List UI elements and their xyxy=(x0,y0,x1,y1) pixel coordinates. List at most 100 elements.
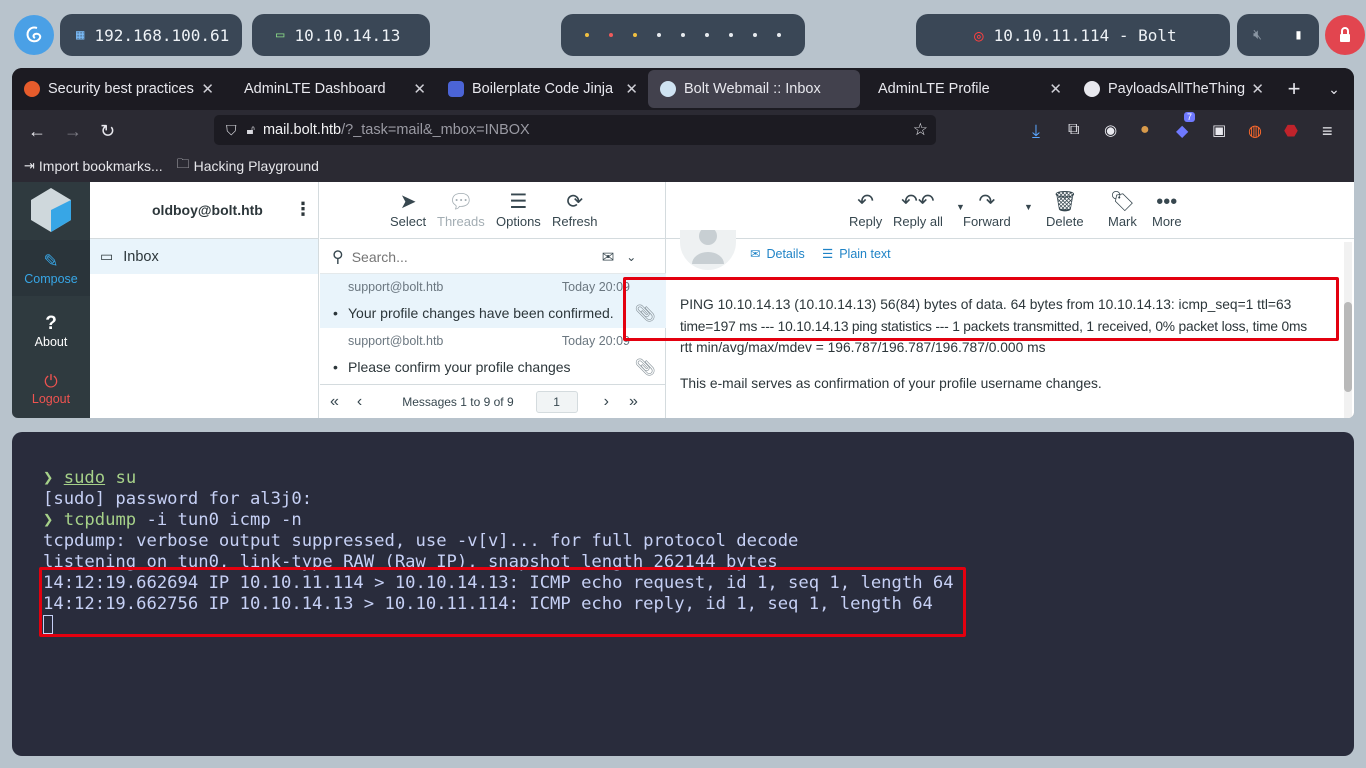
mark-button[interactable]: 🏷︎ Mark xyxy=(1108,190,1137,229)
select-button[interactable]: ➤ Select xyxy=(390,190,426,229)
account-label: oldboy@bolt.htb xyxy=(152,202,263,218)
close-icon[interactable]: ✕ xyxy=(625,80,638,98)
tab-strip: Security best practices ✕ AdminLTE Dashb… xyxy=(12,68,1354,110)
tab-adminlte-profile[interactable]: AdminLTE Profile ✕ xyxy=(860,70,1072,108)
tab-list-chevron-icon[interactable]: ⌄ xyxy=(1314,70,1354,108)
os-menu-button[interactable] xyxy=(14,15,54,55)
roundcube-logo xyxy=(26,186,76,236)
vpn-ip-widget[interactable]: ▭ 10.10.14.13 xyxy=(252,14,430,56)
ellipsis-icon: ••• xyxy=(1156,191,1178,213)
tab-bolt-webmail[interactable]: Bolt Webmail :: Inbox xyxy=(648,70,860,108)
list-item[interactable]: support@bolt.htb Today 20:09 • Please co… xyxy=(320,328,666,382)
workspace-dot[interactable] xyxy=(705,33,709,37)
folder-icon: 🗀 xyxy=(176,156,190,171)
downloads-icon[interactable]: ⤓ xyxy=(1032,121,1040,142)
power-button[interactable] xyxy=(1325,15,1365,55)
plain-text-link[interactable]: ☰ Plain text xyxy=(822,246,891,261)
tray-widget: 🔇︎ ▮ xyxy=(1237,14,1319,56)
about-button[interactable]: ? About xyxy=(12,306,90,356)
mute-icon[interactable]: 🔇︎ xyxy=(1253,27,1262,43)
close-icon[interactable]: ✕ xyxy=(201,80,214,98)
list-item[interactable]: support@bolt.htb Today 20:09 • Your prof… xyxy=(320,274,666,328)
scrollbar[interactable] xyxy=(1344,242,1352,418)
extension-badge: 7 xyxy=(1184,112,1196,122)
terminal-line: ❯ sudo su xyxy=(43,468,137,488)
ublock-icon[interactable]: ⬣ xyxy=(1284,121,1298,141)
first-page-icon[interactable]: « xyxy=(330,393,339,411)
cookie-icon[interactable]: ● xyxy=(1140,121,1150,139)
bookmark-import[interactable]: Import bookmarks... xyxy=(39,158,163,174)
power-off-icon: ⏻ xyxy=(44,372,58,391)
bookmark-star-icon[interactable]: ☆ xyxy=(913,120,928,140)
hamburger-menu-icon[interactable]: ≡ xyxy=(1322,121,1333,142)
bookmark-folder-hacking-playground[interactable]: Hacking Playground xyxy=(194,158,319,174)
workspaces-indicator[interactable] xyxy=(561,14,805,56)
pagination-bar: « ‹ Messages 1 to 9 of 9 1 › » xyxy=(320,384,666,418)
last-page-icon[interactable]: » xyxy=(629,393,638,411)
close-icon[interactable]: ✕ xyxy=(1049,80,1062,98)
delete-button[interactable]: 🗑︎ Delete xyxy=(1046,190,1084,229)
forward-arrow-icon[interactable]: → xyxy=(64,121,82,142)
target-widget[interactable]: ◎ 10.10.11.114 - Bolt xyxy=(916,14,1230,56)
network-icon: ▦ xyxy=(76,27,85,43)
reply-all-button[interactable]: ↶↶ Reply all xyxy=(893,190,943,229)
forward-button[interactable]: ↷ Forward xyxy=(963,190,1011,229)
tab-boilerplate-jinja[interactable]: Boilerplate Code Jinja ✕ xyxy=(436,70,648,108)
workspace-dot[interactable] xyxy=(585,33,589,37)
workspace-dot[interactable] xyxy=(657,33,661,37)
tab-security-best-practices[interactable]: Security best practices ✕ xyxy=(12,70,224,108)
new-tab-button[interactable]: + xyxy=(1274,70,1314,108)
reload-icon[interactable]: ↻ xyxy=(100,121,115,142)
url-bar[interactable]: ⛉ 🔓︎ mail.bolt.htb /?_task=mail&_mbox=IN… xyxy=(214,115,936,145)
highlight-box-ping xyxy=(623,277,1339,341)
options-button[interactable]: ☰ Options xyxy=(496,190,541,229)
threads-button[interactable]: 💬︎ Threads xyxy=(437,190,485,229)
workspace-dot[interactable] xyxy=(681,33,685,37)
folder-inbox[interactable]: ▭ Inbox xyxy=(90,239,318,274)
foxyproxy-icon[interactable]: ◉ xyxy=(1104,121,1117,139)
jinja-icon xyxy=(448,81,464,97)
envelope-icon[interactable]: ✉ xyxy=(602,248,615,266)
search-bar: ⚲ ✉ ⌄ xyxy=(320,240,666,274)
logout-button[interactable]: ⏻ Logout xyxy=(12,364,90,414)
host-ip-widget[interactable]: ▦ 192.168.100.61 xyxy=(60,14,242,56)
paperclip-icon: 📎︎ xyxy=(634,358,656,377)
terminal-window[interactable]: ❯ sudo su [sudo] password for al3j0: ❯ t… xyxy=(12,432,1354,756)
wappalyzer-icon[interactable]: ◆ xyxy=(1176,121,1188,141)
list-toolbar: ➤ Select 💬︎ Threads ☰ Options ⟳ Refresh xyxy=(320,182,665,239)
extensions-icon[interactable]: ⧉ xyxy=(1068,121,1079,139)
close-icon[interactable]: ✕ xyxy=(413,80,426,98)
compose-button[interactable]: ✎ Compose xyxy=(12,240,90,296)
firefox-icon xyxy=(24,81,40,97)
workspace-dot[interactable] xyxy=(729,33,733,37)
workspace-dot[interactable] xyxy=(753,33,757,37)
reply-button[interactable]: ↶ Reply xyxy=(849,190,882,229)
vpn-ip-label: 10.10.14.13 xyxy=(294,25,401,45)
tab-payloadsallthethings[interactable]: PayloadsAllTheThings/ ✕ xyxy=(1072,70,1274,108)
chevron-down-icon[interactable]: ⌄ xyxy=(626,250,636,264)
details-link[interactable]: ✉ Details xyxy=(750,246,805,261)
shodan-icon[interactable]: ◍ xyxy=(1248,121,1262,141)
more-button[interactable]: ••• More xyxy=(1152,190,1182,229)
close-icon[interactable]: ✕ xyxy=(1251,80,1264,98)
lines-icon: ☰ xyxy=(822,247,834,261)
compose-icon: ✎ xyxy=(43,250,59,271)
hacktools-icon[interactable]: ▣ xyxy=(1212,121,1226,139)
workspace-dot[interactable] xyxy=(633,33,637,37)
workspace-dot[interactable] xyxy=(777,33,781,37)
tab-adminlte-dashboard[interactable]: AdminLTE Dashboard ✕ xyxy=(224,70,436,108)
forward-dropdown-icon[interactable]: ▼ xyxy=(1024,202,1033,212)
search-input[interactable] xyxy=(351,248,602,265)
account-menu-icon[interactable]: ⋮ xyxy=(294,199,312,220)
back-arrow-icon[interactable]: ← xyxy=(28,121,46,142)
refresh-button[interactable]: ⟳ Refresh xyxy=(552,190,598,229)
url-path: /?_task=mail&_mbox=INBOX xyxy=(341,122,530,138)
page-number-input[interactable]: 1 xyxy=(535,390,578,413)
sender-avatar xyxy=(680,230,736,270)
battery-icon[interactable]: ▮ xyxy=(1294,27,1302,43)
next-page-icon[interactable]: › xyxy=(604,393,609,411)
prev-page-icon[interactable]: ‹ xyxy=(357,393,362,411)
unread-bullet: • xyxy=(333,359,338,375)
workspace-dot[interactable] xyxy=(609,33,613,37)
refresh-icon: ⟳ xyxy=(566,191,584,213)
